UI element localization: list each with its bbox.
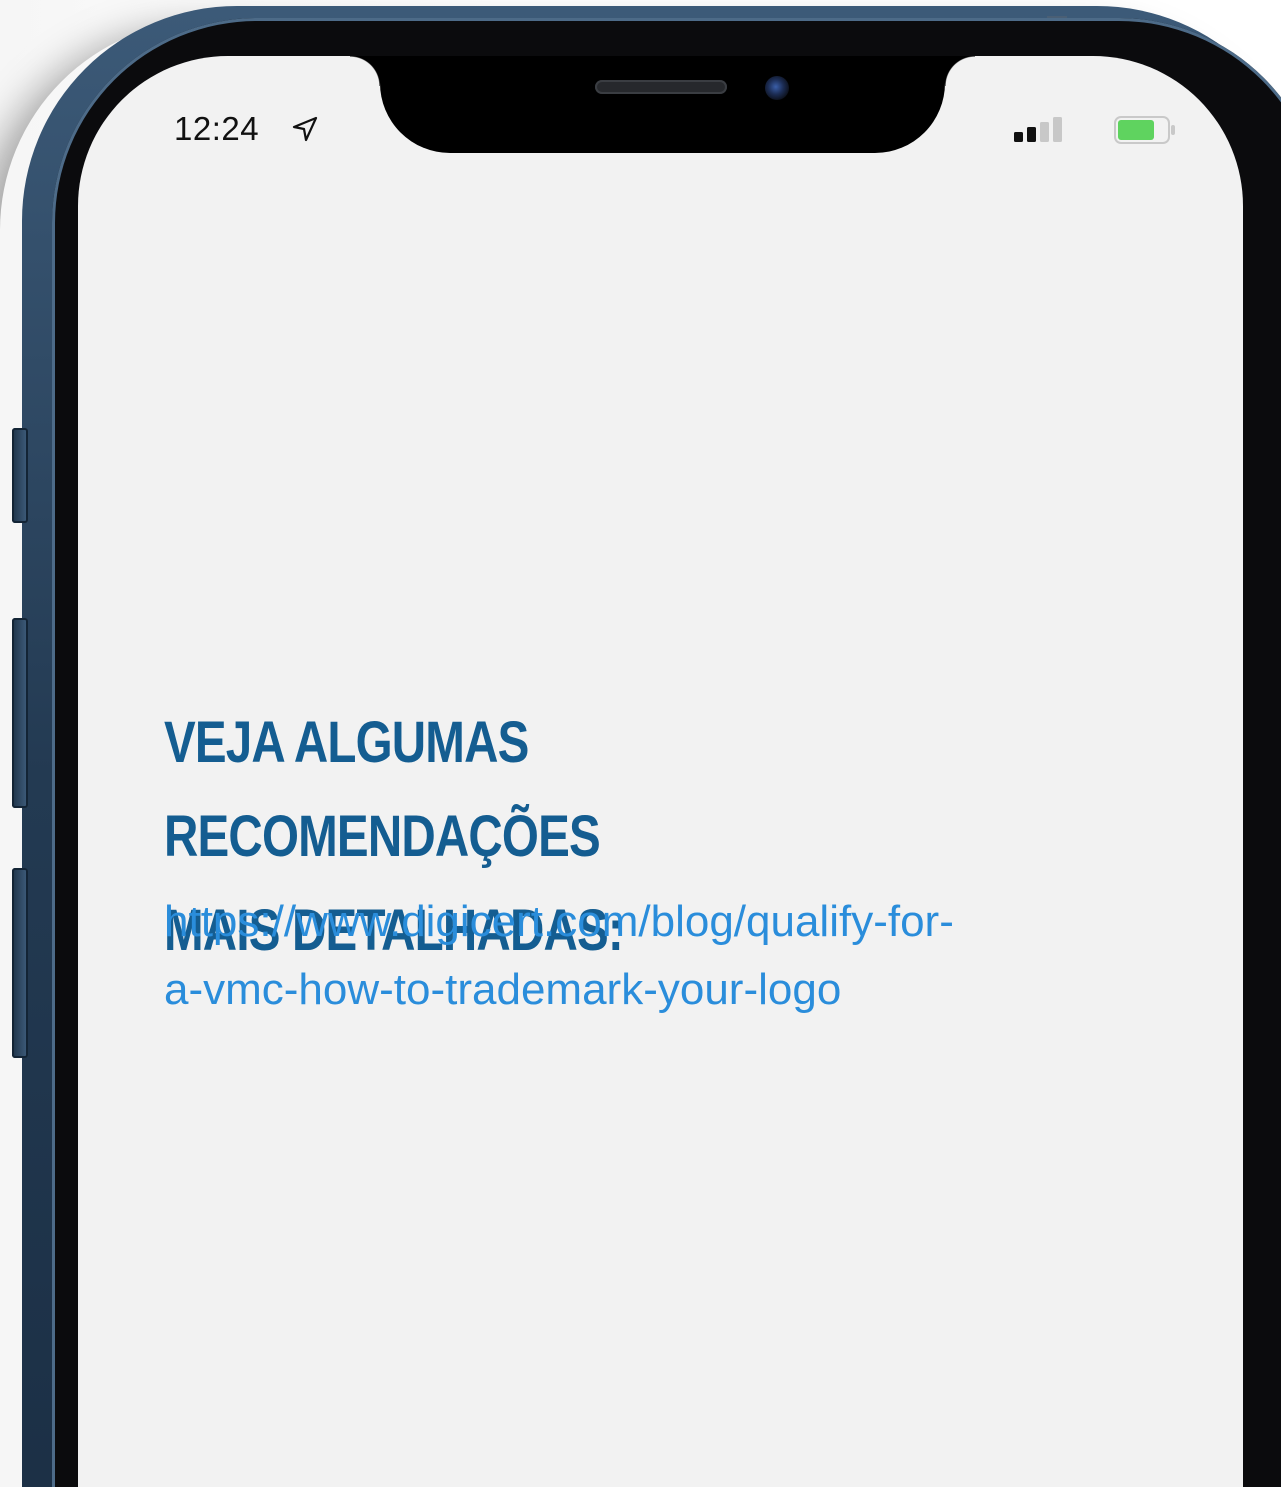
silent-switch [12,428,28,523]
cellular-signal-icon [1014,117,1062,142]
link-line-1: https://www.digicert.com/blog/qualify-fo… [164,897,954,946]
front-camera-icon [765,76,789,100]
phone-screen: 12:24 VEJA ALGUMAS RECOMENDAÇÕES MAIS DE… [78,56,1243,1487]
volume-up-button [12,618,28,808]
mockup-stage: 12:24 VEJA ALGUMAS RECOMENDAÇÕES MAIS DE… [0,0,1281,1487]
heading-line-1: VEJA ALGUMAS RECOMENDAÇÕES [164,710,601,869]
reference-link[interactable]: https://www.digicert.com/blog/qualify-fo… [164,888,1104,1024]
status-time: 12:24 [174,110,260,147]
content-card: VEJA ALGUMAS RECOMENDAÇÕES MAIS DETALHAD… [120,256,1207,1389]
location-arrow-icon [292,116,318,142]
battery-icon [1114,116,1175,144]
earpiece-speaker [595,80,727,94]
link-line-2: a-vmc-how-to-trademark-your-logo [164,965,842,1014]
volume-down-button [12,868,28,1058]
notch [350,56,975,153]
